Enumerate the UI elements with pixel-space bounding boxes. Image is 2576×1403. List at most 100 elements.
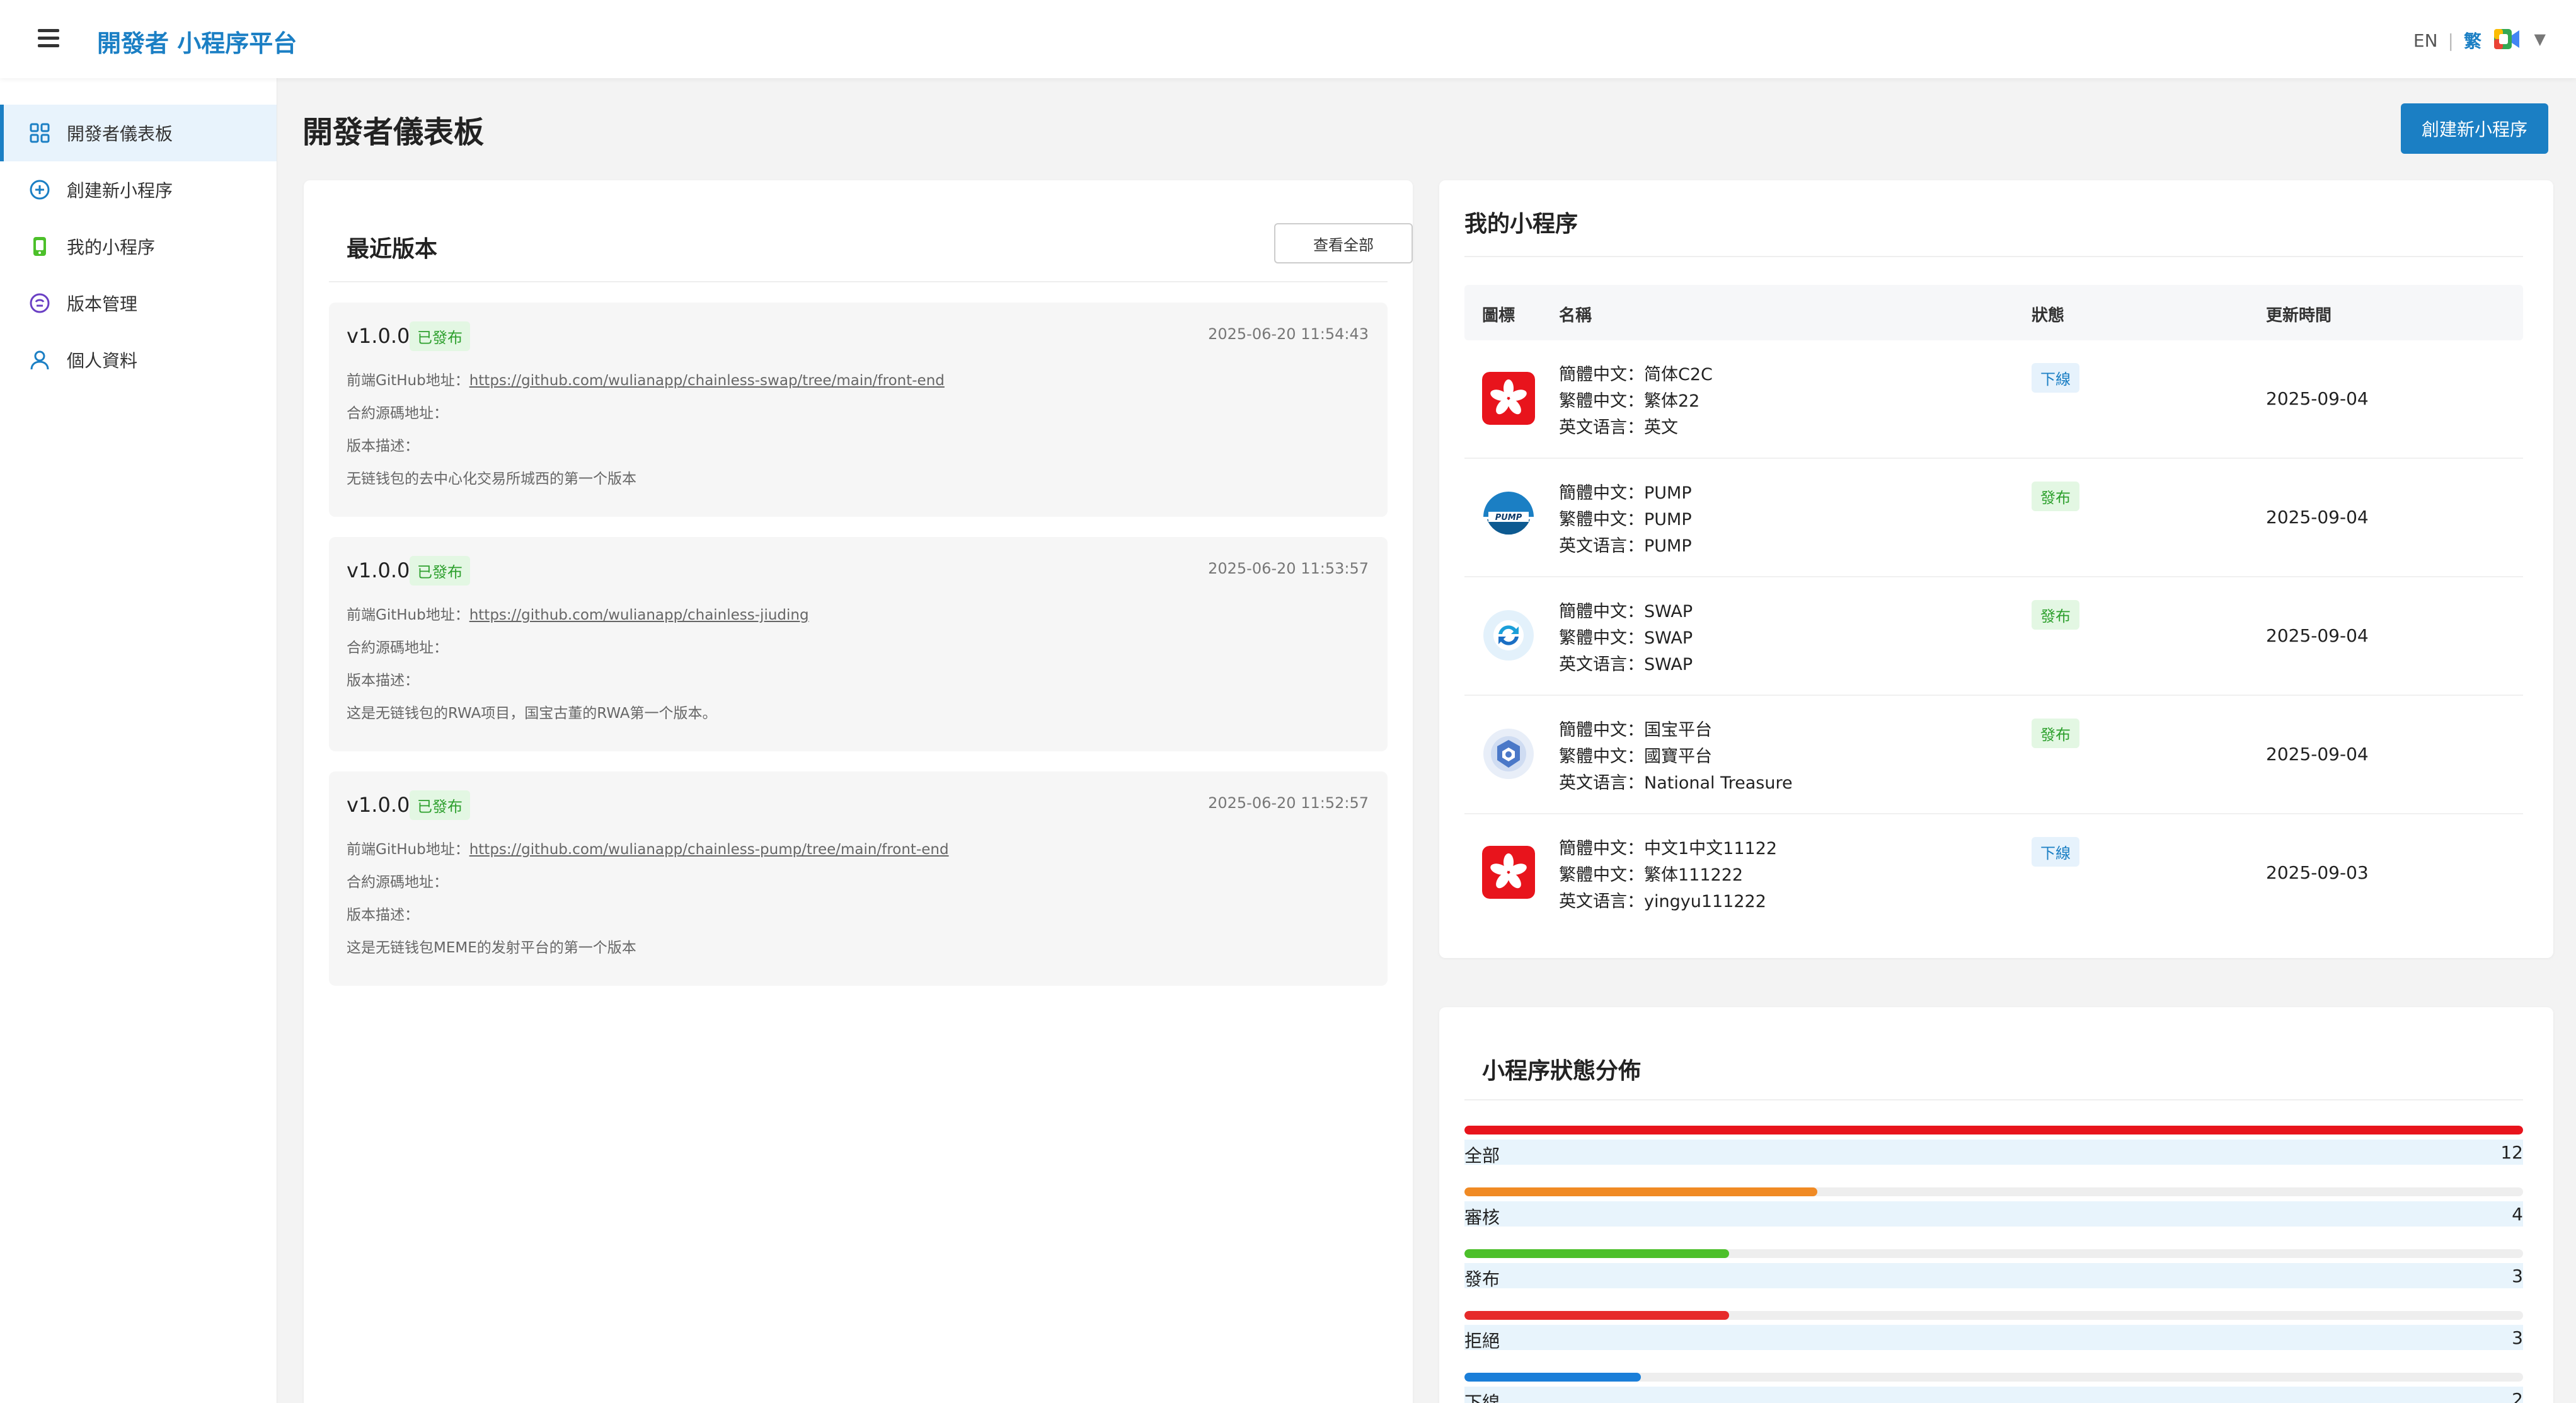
plus-circle-icon	[28, 178, 52, 202]
status-label: 拒絕	[1464, 1331, 1500, 1351]
status-bar-item: 拒絕 3	[1464, 1311, 2523, 1358]
progress-track	[1464, 1249, 2523, 1258]
status-label: 全部	[1464, 1145, 1500, 1166]
my-programs-card: 我的小程序 圖標 名稱 狀態 更新時間 簡體中文：简体C2C 繁體中文：繁体22…	[1439, 180, 2553, 958]
program-names: 簡體中文：简体C2C 繁體中文：繁体22 英文语言：英文	[1559, 362, 1713, 441]
divider	[1464, 256, 2523, 257]
table-row[interactable]: 簡體中文：SWAP 繁體中文：SWAP 英文语言：SWAP 發布 2025-09…	[1464, 577, 2523, 696]
table-row[interactable]: 簡體中文：中文1中文11122 繁體中文：繁体111222 英文语言：yingy…	[1464, 814, 2523, 933]
version-number: v1.0.0	[347, 793, 410, 817]
description-label: 版本描述：	[347, 673, 419, 689]
progress-fill	[1464, 1187, 1817, 1196]
table-row[interactable]: PUMP 簡體中文：PUMP 繁體中文：PUMP 英文语言：PUMP 發布 20…	[1464, 459, 2523, 577]
program-names: 簡體中文：PUMP 繁體中文：PUMP 英文语言：PUMP	[1559, 480, 1692, 560]
treasure-logo-icon	[1483, 729, 1534, 779]
sc-name: 中文1中文11122	[1644, 839, 1778, 858]
status-bar-item: 全部 12	[1464, 1126, 2523, 1172]
lang-separator: |	[2447, 30, 2454, 51]
sc-label: 簡體中文：	[1559, 720, 1644, 740]
tc-label: 繁體中文：	[1559, 510, 1644, 529]
divider	[1464, 1099, 2523, 1100]
progress-fill	[1464, 1126, 2523, 1135]
sc-label: 簡體中文：	[1559, 602, 1644, 621]
language-switcher: EN | 繁	[2413, 28, 2481, 53]
version-item[interactable]: v1.0.0 已發布 2025-06-20 11:54:43 前端GitHub地…	[329, 303, 1388, 517]
sc-name: 简体C2C	[1644, 365, 1713, 384]
column-header-status: 狀態	[2032, 306, 2065, 325]
tc-name: 繁体22	[1644, 391, 1700, 411]
en-label: 英文语言：	[1559, 536, 1644, 556]
table-row[interactable]: 簡體中文：国宝平台 繁體中文：國寶平台 英文语言：National Treasu…	[1464, 696, 2523, 814]
status-badge: 已發布	[410, 790, 470, 820]
sidebar-item-label: 開發者儀表板	[67, 124, 173, 144]
program-names: 簡體中文：中文1中文11122 繁體中文：繁体111222 英文语言：yingy…	[1559, 836, 1777, 915]
tc-name: PUMP	[1644, 510, 1692, 529]
updated-date: 2025-09-03	[2266, 862, 2369, 883]
status-badge: 發布	[2032, 600, 2079, 630]
hamburger-menu-icon[interactable]	[38, 29, 59, 49]
en-name: SWAP	[1644, 655, 1693, 674]
progress-fill	[1464, 1249, 1729, 1258]
dashboard-icon	[28, 121, 52, 145]
tc-name: 繁体111222	[1644, 865, 1744, 885]
contract-url-label: 合約源碼地址：	[347, 874, 448, 891]
sidebar-item-create[interactable]: 創建新小程序	[0, 161, 277, 218]
top-header: 開發者 小程序平台 EN | 繁 ▼	[0, 0, 2576, 78]
meet-app-icon[interactable]	[2493, 26, 2521, 52]
contract-url-label: 合約源碼地址：	[347, 405, 448, 422]
sc-name: PUMP	[1644, 483, 1692, 503]
status-count: 4	[2512, 1204, 2523, 1225]
description-text: 无链钱包的去中心化交易所城西的第一个版本	[347, 471, 636, 487]
description-text: 这是无链钱包MEME的发射平台的第一个版本	[347, 940, 636, 956]
tc-label: 繁體中文：	[1559, 628, 1644, 648]
version-date: 2025-06-20 11:54:43	[1208, 325, 1369, 343]
status-bar-item: 發布 3	[1464, 1249, 2523, 1296]
lang-en-option[interactable]: EN	[2413, 30, 2438, 51]
table-row[interactable]: 簡體中文：简体C2C 繁體中文：繁体22 英文语言：英文 下線 2025-09-…	[1464, 340, 2523, 459]
sidebar-item-profile[interactable]: 個人資料	[0, 332, 277, 388]
version-item[interactable]: v1.0.0 已發布 2025-06-20 11:53:57 前端GitHub地…	[329, 537, 1388, 751]
sidebar-item-label: 我的小程序	[67, 237, 156, 258]
frontend-url-link[interactable]: https://github.com/wulianapp/chainless-p…	[469, 841, 949, 858]
frontend-url-line: 前端GitHub地址：https://github.com/wulianapp/…	[347, 603, 809, 624]
column-header-icon: 圖標	[1482, 306, 1515, 325]
status-label-row: 下線 2	[1464, 1387, 2523, 1403]
version-icon	[28, 291, 52, 315]
view-all-button[interactable]: 查看全部	[1274, 223, 1413, 263]
frontend-url-label: 前端GitHub地址：	[347, 372, 469, 389]
status-count: 3	[2512, 1327, 2523, 1348]
recent-versions-card: 最近版本 查看全部 v1.0.0 已發布 2025-06-20 11:54:43…	[304, 180, 1413, 1403]
frontend-url-link[interactable]: https://github.com/wulianapp/chainless-j…	[469, 607, 809, 623]
en-name: yingyu111222	[1644, 892, 1766, 911]
create-program-button[interactable]: 創建新小程序	[2401, 103, 2548, 154]
my-programs-title: 我的小程序	[1464, 211, 1578, 237]
status-label-row: 發布 3	[1464, 1263, 2523, 1290]
sidebar-item-versions[interactable]: 版本管理	[0, 275, 277, 332]
status-distribution-card: 小程序狀態分佈 全部 12 審核 4 發布 3 拒絕 3 下線 2	[1439, 1007, 2553, 1403]
updated-date: 2025-09-04	[2266, 744, 2369, 765]
status-label-row: 拒絕 3	[1464, 1325, 2523, 1351]
recent-versions-title: 最近版本	[347, 236, 438, 262]
version-item[interactable]: v1.0.0 已發布 2025-06-20 11:52:57 前端GitHub地…	[329, 771, 1388, 986]
frontend-url-label: 前端GitHub地址：	[347, 607, 469, 623]
status-count: 2	[2512, 1389, 2523, 1403]
sidebar-item-dashboard[interactable]: 開發者儀表板	[0, 105, 277, 161]
version-date: 2025-06-20 11:53:57	[1208, 560, 1369, 577]
sidebar-item-label: 個人資料	[67, 350, 138, 371]
frontend-url-line: 前端GitHub地址：https://github.com/wulianapp/…	[347, 368, 945, 390]
en-name: National Treasure	[1644, 773, 1793, 793]
en-label: 英文语言：	[1559, 655, 1644, 674]
en-label: 英文语言：	[1559, 892, 1644, 911]
updated-date: 2025-09-04	[2266, 388, 2369, 409]
program-names: 簡體中文：国宝平台 繁體中文：國寶平台 英文语言：National Treasu…	[1559, 717, 1793, 797]
lang-zh-option[interactable]: 繁	[2464, 28, 2481, 53]
user-dropdown-caret-icon[interactable]: ▼	[2534, 30, 2546, 48]
sidebar: 開發者儀表板 創建新小程序 我的小程序 版本管理 個人資料	[0, 78, 277, 1403]
sidebar-item-my-programs[interactable]: 我的小程序	[0, 218, 277, 275]
status-badge: 已發布	[410, 321, 470, 351]
frontend-url-link[interactable]: https://github.com/wulianapp/chainless-s…	[469, 372, 945, 389]
version-number: v1.0.0	[347, 558, 410, 582]
progress-fill	[1464, 1373, 1642, 1382]
version-number: v1.0.0	[347, 324, 410, 348]
updated-date: 2025-09-04	[2266, 625, 2369, 646]
